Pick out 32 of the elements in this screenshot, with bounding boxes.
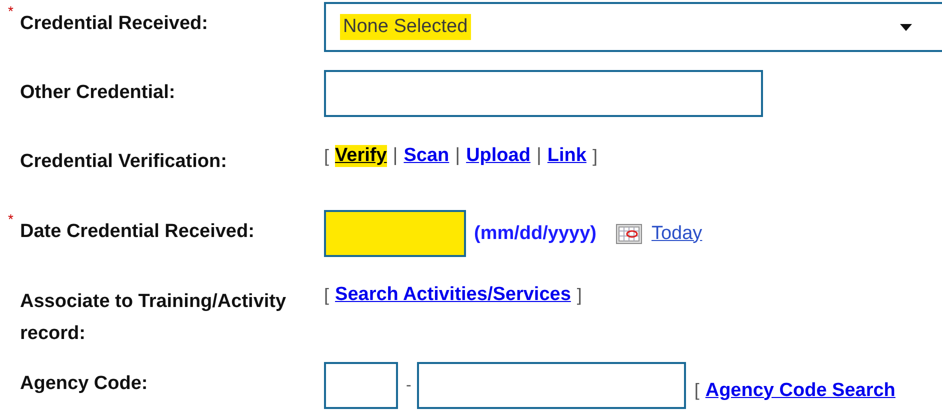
required-asterisk: * [8,4,14,21]
date-field[interactable] [324,210,466,257]
today-link[interactable]: Today [651,222,702,244]
bracket: [ [324,146,330,166]
link[interactable]: Link [547,145,586,167]
link-separator: | [536,145,542,167]
dash-separator: - [406,376,412,394]
bracket: ] [576,284,582,306]
link[interactable]: Scan [404,145,450,167]
field-label: Agency Code: [20,372,149,396]
required-asterisk: * [8,212,14,229]
field-label: Date Credential Received: [20,220,256,244]
field-label: Credential Verification: [20,150,228,174]
link[interactable]: Upload [466,145,530,167]
dropdown-caret-icon [900,24,912,30]
link-separator: | [455,145,460,167]
field-label: Other Credential: [20,81,176,105]
input-field[interactable] [417,362,686,409]
bracket: [ [324,284,330,306]
link[interactable]: Search Activities/Services [335,284,571,306]
credential-dropdown[interactable]: None Selected [324,2,942,52]
bracket: ] [592,146,598,166]
input-field[interactable] [324,70,763,117]
calendar-icon[interactable] [616,224,642,244]
date-format-hint: (mm/dd/yyyy) [474,222,596,244]
bracket: [ [694,380,700,401]
field-label: Credential Received: [20,12,209,36]
link-separator: | [392,145,398,167]
input-field[interactable] [324,362,398,409]
field-label: Associate to Training/Activity record: [20,290,288,346]
link[interactable]: Verify [335,145,387,167]
agency-code-search-link[interactable]: Agency Code Search [705,380,896,402]
